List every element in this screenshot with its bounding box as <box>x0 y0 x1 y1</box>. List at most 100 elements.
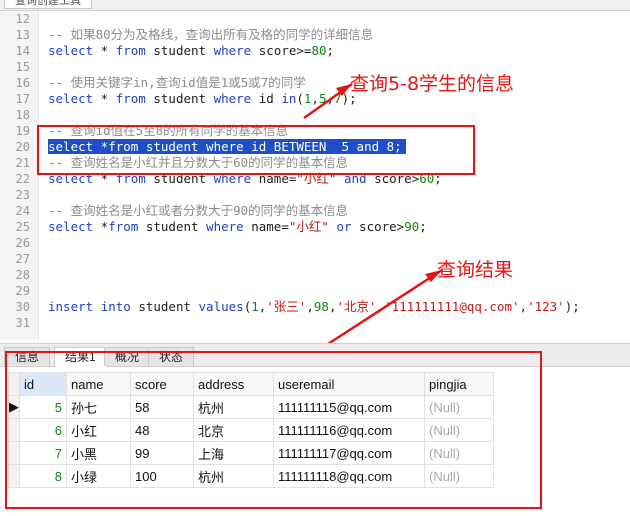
row-marker <box>8 464 20 488</box>
code-line[interactable]: 28 <box>0 267 630 283</box>
code-line[interactable]: 13 -- 如果80分为及格线，查询出所有及格的同学的详细信息 <box>0 27 630 43</box>
cell-id[interactable]: 6 <box>19 418 67 442</box>
line-number: 29 <box>15 284 30 298</box>
line-number: 28 <box>15 268 30 282</box>
cell-address[interactable]: 上海 <box>193 441 274 465</box>
line-number: 23 <box>15 188 30 202</box>
code-token: score>= <box>251 43 312 58</box>
cell-useremail[interactable]: 111111115@qq.com <box>273 395 425 419</box>
code-token: * <box>93 91 116 106</box>
code-token: select <box>48 43 94 58</box>
code-token: "小红" <box>296 171 337 186</box>
code-line[interactable]: 31 <box>0 315 630 331</box>
line-number: 26 <box>15 236 30 250</box>
code-token: score> <box>351 219 405 234</box>
row-marker <box>8 418 20 442</box>
code-line[interactable]: 14 select * from student where score>=80; <box>0 43 630 59</box>
code-token: select <box>48 171 94 186</box>
code-line[interactable]: 20 select *from student where id BETWEEN … <box>0 139 630 155</box>
cell-name[interactable]: 孙七 <box>66 395 131 419</box>
code-line[interactable]: 23 <box>0 187 630 203</box>
cell-pingjia[interactable]: (Null) <box>424 441 494 465</box>
code-token: insert <box>48 299 94 314</box>
code-token: from <box>115 43 146 58</box>
code-token: or <box>336 219 352 234</box>
tab-info[interactable]: 信息 <box>4 347 51 366</box>
code-line[interactable]: 29 <box>0 283 630 299</box>
cell-score[interactable]: 100 <box>130 464 194 488</box>
cell-pingjia[interactable]: (Null) <box>424 395 494 419</box>
code-token: 60 <box>419 171 435 186</box>
cell-pingjia[interactable]: (Null) <box>424 464 494 488</box>
cell-id[interactable]: 8 <box>19 464 67 488</box>
column-header-id[interactable]: id <box>19 372 67 396</box>
sql-editor[interactable]: 12 13 -- 如果80分为及格线，查询出所有及格的同学的详细信息 14 select… <box>0 11 630 340</box>
column-header-useremail[interactable]: useremail <box>273 372 425 396</box>
code-token: into <box>100 299 131 314</box>
cell-id[interactable]: 7 <box>19 441 67 465</box>
cell-address[interactable]: 杭州 <box>193 464 274 488</box>
table-row[interactable]: 6 小红 48 北京 111111116@qq.com (Null) <box>8 418 494 442</box>
code-line[interactable]: 21 -- 查询姓名是小红并且分数大于60的同学的基本信息 <box>0 155 630 171</box>
annotation-query-label: 查询5-8学生的信息 <box>350 73 515 95</box>
code-token: -- 如果80分为及格线，查询出所有及格的同学的详细信息 <box>48 27 374 42</box>
code-line[interactable]: 27 <box>0 251 630 267</box>
code-token: -- 查询姓名是小红或者分数大于90的同学的基本信息 <box>48 203 349 218</box>
cell-useremail[interactable]: 111111117@qq.com <box>273 441 425 465</box>
line-number: 16 <box>15 76 30 90</box>
cell-name[interactable]: 小绿 <box>66 464 131 488</box>
query-tab[interactable]: 查询创建工具 <box>4 0 92 9</box>
cell-score[interactable]: 48 <box>130 418 194 442</box>
code-text: -- 如果80分为及格线，查询出所有及格的同学的详细信息 <box>48 27 373 43</box>
cell-useremail[interactable]: 111111118@qq.com <box>273 464 425 488</box>
result-header-row: id name score address useremail pingjia <box>8 372 494 396</box>
column-header-pingjia[interactable]: pingjia <box>424 372 494 396</box>
table-row[interactable]: 8 小绿 100 杭州 111111118@qq.com (Null) <box>8 464 494 488</box>
result-grid: id name score address useremail pingjia … <box>8 372 494 488</box>
code-token: name= <box>251 171 297 186</box>
code-line[interactable]: 25 select *from student where name="小红" o… <box>0 219 630 235</box>
code-token: select <box>48 219 94 234</box>
line-number: 31 <box>15 316 30 330</box>
line-number: 24 <box>15 204 30 218</box>
cell-name[interactable]: 小红 <box>66 418 131 442</box>
table-row[interactable]: 7 小黑 99 上海 111111117@qq.com (Null) <box>8 441 494 465</box>
line-number: 30 <box>15 300 30 314</box>
cell-address[interactable]: 北京 <box>193 418 274 442</box>
code-token: student <box>145 91 214 106</box>
cell-useremail[interactable]: 111111116@qq.com <box>273 418 425 442</box>
code-token: ); <box>564 299 580 314</box>
code-token: * <box>93 171 116 186</box>
cell-address[interactable]: 杭州 <box>193 395 274 419</box>
column-header-score[interactable]: score <box>130 372 194 396</box>
code-line[interactable]: 30 insert into student values(1,'张三',98,'… <box>0 299 630 315</box>
tab-result1[interactable]: 结果1 <box>54 347 107 367</box>
query-tab-strip: 查询创建工具 <box>0 0 630 11</box>
line-number: 22 <box>15 172 30 186</box>
line-number: 21 <box>15 156 30 170</box>
code-text: -- 查询id值在5至8的所有同学的基本信息 <box>48 123 288 139</box>
line-number: 25 <box>15 220 30 234</box>
column-header-name[interactable]: name <box>66 372 131 396</box>
cell-id[interactable]: 5 <box>19 395 67 419</box>
code-line[interactable]: 12 <box>0 11 630 27</box>
cell-score[interactable]: 58 <box>130 395 194 419</box>
cell-name[interactable]: 小黑 <box>66 441 131 465</box>
table-row[interactable]: ▶ 5 孙七 58 杭州 111111115@qq.com (Null) <box>8 395 494 419</box>
code-text: -- 使用关键字in,查询id值是1或5或7的同学 <box>48 75 306 91</box>
cell-score[interactable]: 99 <box>130 441 194 465</box>
code-token: where <box>206 219 244 234</box>
code-line[interactable]: 22 select * from student where name="小红" … <box>0 171 630 187</box>
code-line[interactable]: 26 <box>0 235 630 251</box>
code-token: , <box>306 299 314 314</box>
tab-overview[interactable]: 概况 <box>104 347 151 366</box>
code-line[interactable]: 24 -- 查询姓名是小红或者分数大于90的同学的基本信息 <box>0 203 630 219</box>
cell-pingjia[interactable]: (Null) <box>424 418 494 442</box>
column-header-address[interactable]: address <box>193 372 274 396</box>
code-token: student <box>138 219 207 234</box>
code-text: insert into student values(1,'张三',98,'北京… <box>48 299 580 315</box>
tab-status[interactable]: 状态 <box>148 347 195 366</box>
line-number: 15 <box>15 60 30 74</box>
code-token: 80 <box>311 43 327 58</box>
